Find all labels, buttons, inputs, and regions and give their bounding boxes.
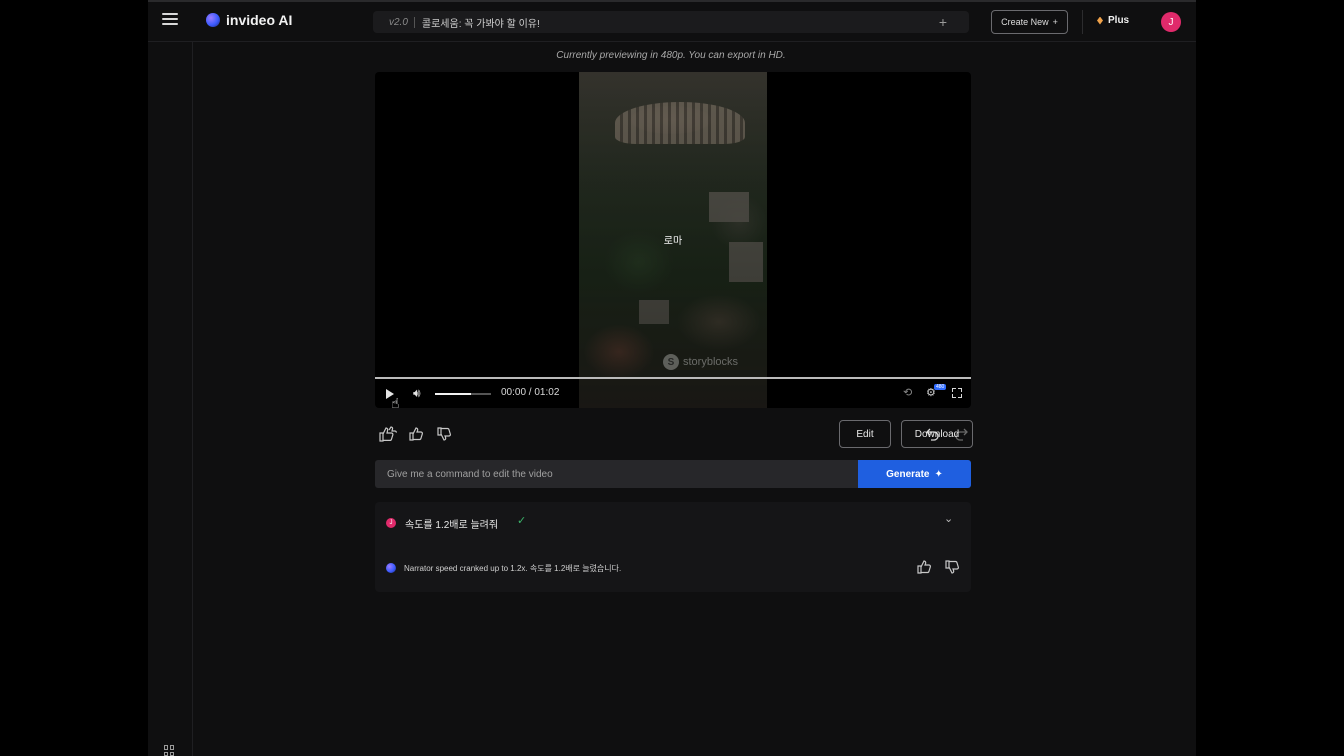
video-player[interactable]: 로마 S storyblocks ☝ 🔊︎ 00:00 / 01:02 ⟲ ⚙ …	[375, 72, 971, 408]
add-plus-icon[interactable]: +	[939, 14, 947, 30]
chevron-down-icon[interactable]: ⌄	[944, 512, 953, 525]
hamburger-menu-icon[interactable]	[162, 13, 178, 27]
invideo-logo-icon	[206, 13, 220, 27]
mouse-cursor-icon: ☝	[391, 395, 400, 408]
left-rail	[148, 42, 193, 756]
loop-icon[interactable]: ⟲	[903, 386, 912, 399]
generate-label: Generate	[886, 468, 930, 480]
player-controls: ☝ 🔊︎ 00:00 / 01:02 ⟲ ⚙ 480	[375, 379, 971, 408]
app-window: invideo AI v2.0 콜로세움: 꼭 가봐야 할 이유! + Crea…	[148, 0, 1196, 756]
colosseum-image	[615, 102, 745, 144]
version-label: v2.0	[389, 16, 415, 28]
create-new-label: Create New	[1001, 17, 1049, 27]
diamond-icon	[1097, 16, 1103, 25]
video-caption: 로마	[663, 236, 683, 247]
ai-reply-text: Narrator speed cranked up to 1.2x. 속도를 1…	[404, 564, 622, 573]
watermark-logo-icon: S	[663, 354, 679, 370]
volume-icon[interactable]: 🔊︎	[413, 386, 421, 401]
header-divider	[1082, 10, 1083, 34]
double-thumbs-up-icon[interactable]	[379, 425, 397, 443]
ai-avatar-icon	[386, 563, 396, 573]
time-display: 00:00 / 01:02	[501, 387, 560, 398]
plan-label: Plus	[1108, 15, 1130, 26]
command-input[interactable]	[375, 460, 858, 488]
brand-name: invideo AI	[226, 12, 293, 28]
edit-button[interactable]: Edit	[839, 420, 891, 448]
fullscreen-icon[interactable]	[952, 388, 962, 398]
project-title-bar[interactable]: v2.0 콜로세움: 꼭 가봐야 할 이유! +	[373, 11, 969, 33]
plan-badge[interactable]: Plus	[1097, 15, 1129, 26]
plus-icon: +	[1052, 17, 1058, 27]
watermark-text: storyblocks	[683, 356, 739, 368]
project-title[interactable]: 콜로세움: 꼭 가봐야 할 이유!	[422, 15, 540, 30]
stock-watermark: S storyblocks	[663, 354, 738, 370]
command-bar: Generate ✦	[375, 460, 971, 488]
video-frame[interactable]: 로마 S storyblocks	[579, 72, 767, 408]
quality-badge: 480	[934, 384, 947, 390]
thumbs-up-icon[interactable]	[407, 425, 425, 443]
user-command-text: 속도를 1.2배로 늘려줘	[405, 520, 499, 531]
generate-button[interactable]: Generate ✦	[858, 460, 971, 488]
reply-thumbs-down-icon[interactable]	[943, 558, 961, 576]
create-new-button[interactable]: Create New +	[991, 10, 1068, 34]
volume-slider-fill	[435, 393, 472, 395]
thumbs-down-icon[interactable]	[435, 425, 453, 443]
sparkle-icon: ✦	[934, 468, 943, 480]
brand-logo[interactable]: invideo AI	[206, 12, 292, 28]
apps-grid-icon[interactable]	[164, 745, 175, 756]
download-button[interactable]: Download	[901, 420, 973, 448]
top-header: invideo AI v2.0 콜로세움: 꼭 가봐야 할 이유! + Crea…	[148, 2, 1196, 42]
preview-note: Currently previewing in 480p. You can ex…	[556, 50, 786, 61]
check-icon: ✓	[517, 515, 527, 527]
edit-history-card: J 속도를 1.2배로 늘려줘 ✓ ⌄ Narrator speed crank…	[375, 502, 971, 592]
building-image	[709, 192, 749, 222]
reply-thumbs-up-icon[interactable]	[915, 558, 933, 576]
user-avatar-small: J	[386, 518, 396, 528]
volume-slider[interactable]	[435, 393, 491, 395]
building-image	[639, 300, 669, 324]
building-image	[729, 242, 763, 282]
user-avatar[interactable]: J	[1161, 12, 1181, 32]
